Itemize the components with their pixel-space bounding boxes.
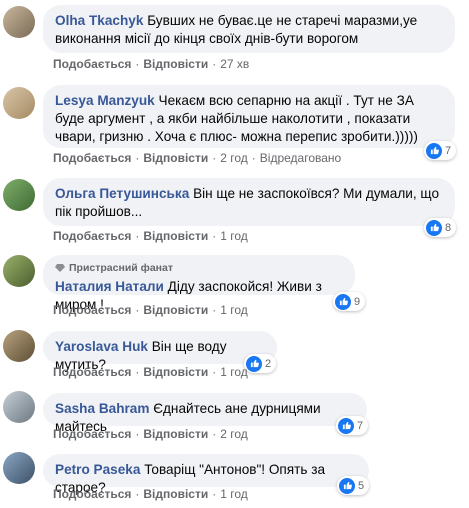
comment-author[interactable]: Petro Paseka [55, 462, 140, 477]
like-link[interactable]: Подобається [53, 151, 131, 165]
comment-bubble: Yaroslava Huk Він ще воду мутить? [43, 331, 277, 372]
like-link[interactable]: Подобається [53, 57, 131, 71]
avatar[interactable] [3, 179, 35, 211]
comment-time[interactable]: 2 год [220, 427, 248, 441]
reaction-count[interactable]: 5 [337, 476, 370, 495]
comment-time[interactable]: 27 хв [220, 57, 249, 71]
comment-time[interactable]: 1 год [220, 303, 248, 317]
comment-actions: Подобається · Відповісти · 1 год [53, 303, 248, 317]
comment-author[interactable]: Lesya Manzyuk [55, 93, 155, 108]
comment-actions: Подобається · Відповісти · 2 год · Відредагова… [53, 151, 342, 165]
reaction-count[interactable]: 7 [336, 416, 369, 435]
reply-link[interactable]: Відповісти [143, 57, 208, 71]
thumbs-up-icon [338, 417, 354, 434]
reaction-number: 5 [358, 479, 365, 492]
thumbs-up-icon [426, 219, 442, 236]
reaction-number: 7 [357, 419, 364, 432]
avatar[interactable] [3, 6, 35, 38]
fan-badge[interactable]: Пристрасний фанат [55, 259, 343, 277]
like-link[interactable]: Подобається [53, 303, 131, 317]
reply-link[interactable]: Відповісти [143, 487, 208, 501]
avatar[interactable] [3, 391, 35, 423]
like-link[interactable]: Подобається [53, 365, 131, 379]
avatar[interactable] [3, 255, 35, 287]
comment-bubble: Olha Tkachyk Бувших не буває.це не старе… [43, 5, 455, 53]
comment-bubble: Ольга Петушинська Він ще не заспокоївся?… [43, 178, 455, 226]
comment-time[interactable]: 1 год [220, 487, 248, 501]
reaction-count[interactable]: 8 [424, 218, 457, 237]
comment-actions: Подобається · Відповісти · 1 год [53, 487, 248, 501]
comment-author[interactable]: Olha Tkachyk [55, 13, 143, 28]
reaction-number: 9 [354, 295, 361, 308]
edited-label[interactable]: Відредаговано [260, 151, 341, 165]
like-link[interactable]: Подобається [53, 229, 131, 243]
reply-link[interactable]: Відповісти [143, 303, 208, 317]
like-link[interactable]: Подобається [53, 487, 131, 501]
reply-link[interactable]: Відповісти [143, 229, 208, 243]
reaction-count[interactable]: 2 [244, 354, 277, 373]
avatar[interactable] [3, 452, 35, 484]
comment-author[interactable]: Ольга Петушинська [55, 186, 189, 201]
reaction-number: 8 [445, 221, 452, 234]
reply-link[interactable]: Відповісти [143, 427, 208, 441]
reply-link[interactable]: Відповісти [143, 151, 208, 165]
avatar[interactable] [3, 87, 35, 119]
avatar[interactable] [3, 330, 35, 362]
thumbs-up-icon [426, 142, 442, 159]
comment-bubble: Пристрасний фанат Наталия Натали Діду за… [43, 255, 355, 312]
reaction-count[interactable]: 7 [424, 141, 457, 160]
reaction-number: 7 [445, 144, 452, 157]
comment-bubble: Sasha Bahram Єднайтесь ане дурницями май… [43, 393, 367, 434]
comment-time[interactable]: 1 год [220, 229, 248, 243]
diamond-icon [55, 263, 65, 273]
comment-author[interactable]: Наталия Натали [55, 279, 164, 294]
comment-actions: Подобається · Відповісти · 2 год [53, 427, 248, 441]
reply-link[interactable]: Відповісти [143, 365, 208, 379]
thumbs-up-icon [339, 477, 355, 494]
reaction-number: 2 [265, 357, 272, 370]
comment-author[interactable]: Yaroslava Huk [55, 339, 148, 354]
comment-bubble: Lesya Manzyuk Чекаєм всю сепарню на акці… [43, 85, 455, 148]
comment-actions: Подобається · Відповісти · 27 хв [53, 57, 250, 71]
comment-time[interactable]: 2 год [220, 151, 248, 165]
comment-author[interactable]: Sasha Bahram [55, 401, 149, 416]
thumbs-up-icon [335, 293, 351, 310]
comment-time[interactable]: 1 год [220, 365, 248, 379]
thumbs-up-icon [246, 355, 262, 372]
reaction-count[interactable]: 9 [333, 292, 366, 311]
like-link[interactable]: Подобається [53, 427, 131, 441]
fan-badge-label: Пристрасний фанат [69, 262, 174, 274]
comment-actions: Подобається · Відповісти · 1 год [53, 365, 248, 379]
comment-actions: Подобається · Відповісти · 1 год [53, 229, 248, 243]
comment-bubble: Petro Paseka Товаріщ "Антонов"! Опять за… [43, 454, 369, 495]
